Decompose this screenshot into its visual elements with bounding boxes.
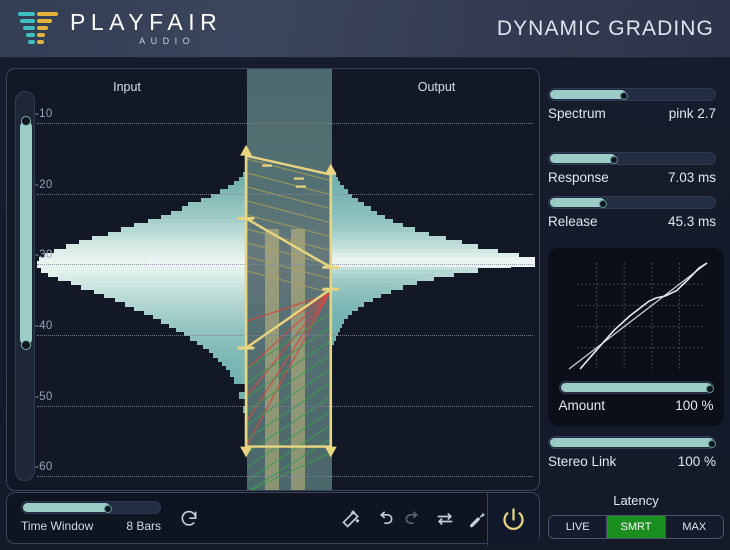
spectrum-slider[interactable] <box>548 88 716 101</box>
brand-subtitle: AUDIO <box>70 37 222 46</box>
time-window-value: 8 Bars <box>126 519 161 533</box>
latency-label: Latency <box>548 493 724 508</box>
graph-inner: -10-20-30-40-50-60 Input Output <box>7 69 539 490</box>
right-handle-bottom[interactable] <box>325 447 337 458</box>
logo-bar <box>23 26 35 30</box>
release-value: 45.3 ms <box>668 214 716 229</box>
upper-zone-outline[interactable] <box>246 156 331 268</box>
logo-bar <box>37 12 58 16</box>
swap-arrows-icon <box>435 509 455 529</box>
right-handle-top[interactable] <box>325 164 337 175</box>
response-slider-fill <box>550 154 616 163</box>
param-stereo-link[interactable]: Stereo Link 100 % <box>548 436 716 469</box>
time-window-slider-handle[interactable] <box>104 505 112 513</box>
curve-reference-line <box>569 263 707 369</box>
amount-slider-handle[interactable] <box>706 385 714 393</box>
page-title: DYNAMIC GRADING <box>497 17 714 41</box>
brand-logo: PLAYFAIR AUDIO <box>18 11 222 46</box>
logo-bar <box>28 40 35 44</box>
logo-bar <box>18 12 35 16</box>
release-slider[interactable] <box>548 196 716 209</box>
transfer-curve-graph[interactable] <box>557 257 715 375</box>
amount-value: 100 % <box>675 398 713 413</box>
response-slider[interactable] <box>548 152 716 165</box>
header-bar: PLAYFAIR AUDIO DYNAMIC GRADING <box>0 0 730 58</box>
redo-button[interactable] <box>399 505 427 533</box>
release-slider-fill <box>550 198 605 207</box>
spectrum-row: Spectrum pink 2.7 <box>548 106 716 121</box>
param-spectrum[interactable]: Spectrum pink 2.7 <box>548 88 716 121</box>
playfair-logo-icon <box>18 12 58 46</box>
brand-name: PLAYFAIR <box>70 11 222 34</box>
latency-segmented-control[interactable]: LIVESMRTMAX <box>548 515 724 539</box>
stereo-link-slider-handle[interactable] <box>708 440 716 448</box>
undo-button[interactable] <box>371 505 399 533</box>
spectrum-slider-handle[interactable] <box>620 92 628 100</box>
response-slider-handle[interactable] <box>610 156 618 164</box>
stereo-link-value: 100 % <box>678 454 716 469</box>
plugin-window: PLAYFAIR AUDIO DYNAMIC GRADING -10-20-30… <box>0 0 730 550</box>
power-icon <box>500 506 527 533</box>
logo-bar <box>37 33 45 37</box>
stereo-link-row: Stereo Link 100 % <box>548 454 716 469</box>
response-value: 7.03 ms <box>668 170 716 185</box>
amount-row: Amount 100 % <box>559 398 714 413</box>
right-control-panel: Spectrum pink 2.7 Response 7.03 ms Relea… <box>548 68 724 544</box>
latency-option-max[interactable]: MAX <box>666 516 723 538</box>
response-row: Response 7.03 ms <box>548 170 716 185</box>
release-row: Release 45.3 ms <box>548 214 716 229</box>
time-window-label: Time Window <box>21 519 93 533</box>
latency-option-smrt[interactable]: SMRT <box>607 516 665 538</box>
stereo-link-label: Stereo Link <box>548 454 616 469</box>
release-slider-handle[interactable] <box>599 200 607 208</box>
reset-button[interactable] <box>175 505 203 533</box>
amount-slider-fill <box>561 383 712 392</box>
stereo-link-slider-fill <box>550 438 714 447</box>
transfer-curve-card[interactable]: Amount 100 % <box>548 248 724 426</box>
swap-button[interactable] <box>431 505 459 533</box>
amount-slider[interactable] <box>559 381 714 394</box>
brand-text: PLAYFAIR AUDIO <box>70 11 222 46</box>
settings-button[interactable] <box>462 505 490 533</box>
logo-bar <box>20 19 35 23</box>
redo-icon <box>403 509 423 529</box>
time-window-control[interactable]: Time Window 8 Bars <box>21 501 161 533</box>
spectrum-graph-panel[interactable]: -10-20-30-40-50-60 Input Output <box>6 68 540 491</box>
spectrum-value: pink 2.7 <box>669 106 716 121</box>
param-response[interactable]: Response 7.03 ms <box>548 152 716 185</box>
release-label: Release <box>548 214 598 229</box>
power-button[interactable] <box>487 493 539 545</box>
logo-bar <box>37 40 44 44</box>
time-window-slider-fill <box>23 503 110 512</box>
wrench-icon <box>466 509 486 529</box>
stereo-link-slider[interactable] <box>548 436 716 449</box>
spectrum-label: Spectrum <box>548 106 606 121</box>
left-handle-bottom[interactable] <box>240 447 252 458</box>
response-label: Response <box>548 170 609 185</box>
param-release[interactable]: Release 45.3 ms <box>548 196 716 229</box>
refresh-icon <box>179 509 199 529</box>
amount-label: Amount <box>559 398 606 413</box>
lower-zone-outline[interactable] <box>246 289 331 446</box>
time-window-row: Time Window 8 Bars <box>21 519 161 533</box>
dynamics-control-overlay[interactable] <box>7 69 539 490</box>
undo-icon <box>375 509 395 529</box>
left-handle-top[interactable] <box>240 145 252 156</box>
magic-button[interactable] <box>337 505 365 533</box>
spectrum-slider-fill <box>550 90 626 99</box>
time-window-slider[interactable] <box>21 501 161 514</box>
logo-bar <box>37 26 48 30</box>
curve-path <box>580 263 707 369</box>
logo-bar <box>26 33 35 37</box>
bottom-toolbar: Time Window 8 Bars <box>6 492 540 544</box>
latency-option-live[interactable]: LIVE <box>549 516 607 538</box>
logo-bar <box>37 19 52 23</box>
latency-control: Latency LIVESMRTMAX <box>548 493 724 539</box>
magic-wand-icon <box>341 509 361 529</box>
